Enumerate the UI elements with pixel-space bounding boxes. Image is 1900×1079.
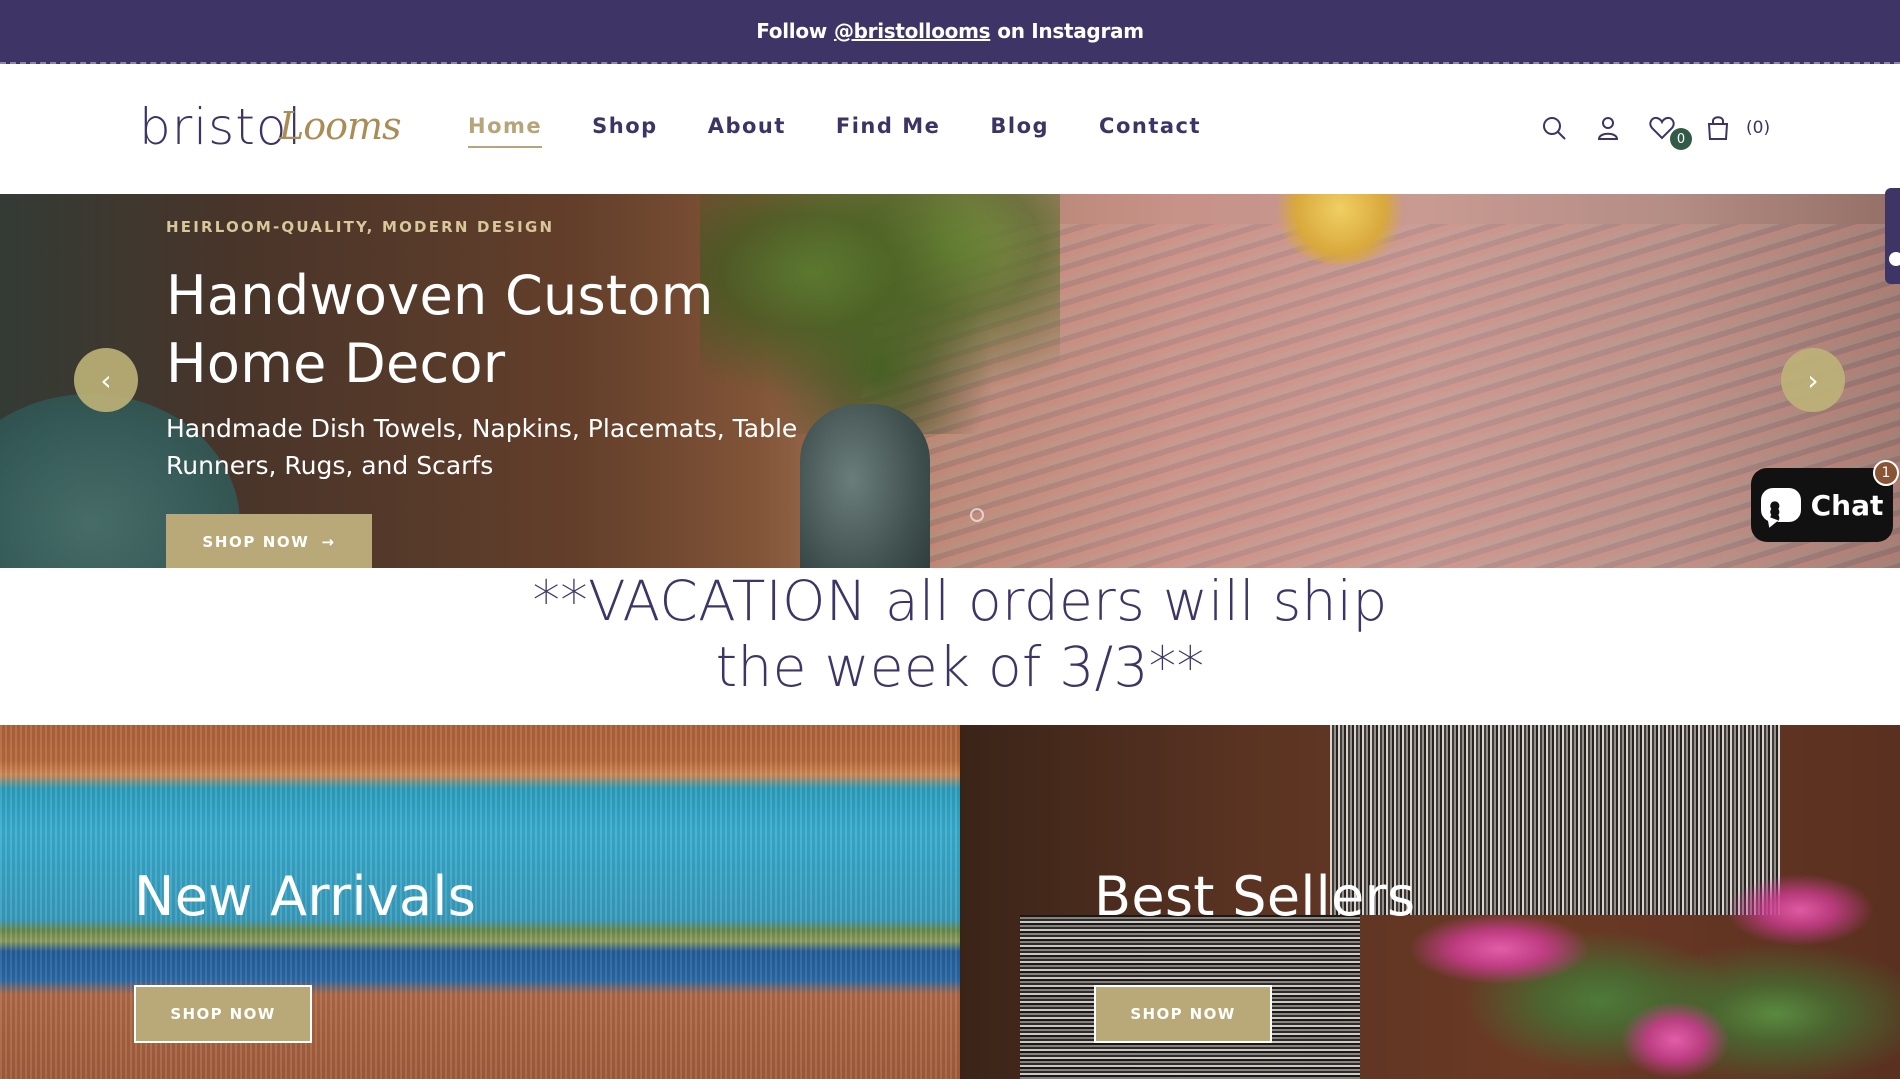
nav-item-about[interactable]: About xyxy=(708,114,786,148)
slideshow-prev-button[interactable]: ‹ xyxy=(74,348,138,412)
nav-item-blog[interactable]: Blog xyxy=(990,114,1049,148)
wishlist-count-badge: 0 xyxy=(1670,128,1692,150)
announcement-prefix: Follow xyxy=(756,19,827,43)
hero-eyebrow: HEIRLOOM-QUALITY, MODERN DESIGN xyxy=(166,218,555,236)
hero-shop-now-label: SHOP NOW xyxy=(202,533,310,551)
search-icon[interactable] xyxy=(1540,114,1572,146)
bag-icon[interactable] xyxy=(1704,114,1736,146)
hero-title: Handwoven Custom Home Decor xyxy=(166,264,714,395)
collection-new-arrivals[interactable]: New Arrivals SHOP NOW xyxy=(0,725,960,1079)
vacation-notice: **VACATION all orders will ship the week… xyxy=(532,569,1388,699)
reviews-side-tab[interactable] xyxy=(1885,188,1900,284)
reviews-tab-icon xyxy=(1889,252,1900,266)
site-header: bristol Looms Home Shop About Find Me Bl… xyxy=(0,64,1900,194)
heart-icon[interactable]: 0 xyxy=(1648,114,1692,150)
hero-shop-now-button[interactable]: SHOP NOW → xyxy=(166,514,372,568)
arrow-right-icon: → xyxy=(321,533,336,551)
collection-title: New Arrivals xyxy=(134,865,477,928)
instagram-handle-link[interactable]: @bristollooms xyxy=(834,19,991,43)
nav-item-home[interactable]: Home xyxy=(468,114,543,148)
best-sellers-shop-now-button[interactable]: SHOP NOW xyxy=(1094,985,1272,1043)
logo[interactable]: bristol Looms xyxy=(139,98,409,158)
slideshow-dot[interactable] xyxy=(970,508,984,522)
hero-subtitle: Handmade Dish Towels, Napkins, Placemats… xyxy=(166,414,798,480)
collection-best-sellers[interactable]: Best Sellers SHOP NOW xyxy=(960,725,1900,1079)
header-icons: 0 (0) xyxy=(1540,114,1770,150)
chevron-left-icon: ‹ xyxy=(100,363,112,397)
main-nav: Home Shop About Find Me Blog Contact xyxy=(468,114,1201,148)
cart-count[interactable]: (0) xyxy=(1746,118,1770,138)
logo-primary-text: bristol xyxy=(139,98,303,156)
chevron-right-icon: › xyxy=(1807,363,1819,397)
chat-unread-badge: 1 xyxy=(1873,460,1899,486)
new-arrivals-shop-now-button[interactable]: SHOP NOW xyxy=(134,985,312,1043)
nav-item-contact[interactable]: Contact xyxy=(1099,114,1201,148)
nav-item-find-me[interactable]: Find Me xyxy=(836,114,940,148)
best-sellers-image-flowers xyxy=(1400,845,1900,1079)
slideshow-next-button[interactable]: › xyxy=(1781,348,1845,412)
announcement-bar: Follow @bristollooms on Instagram xyxy=(0,0,1900,64)
logo-secondary-text: Looms xyxy=(279,104,402,148)
chat-button[interactable]: ● ● ● Chat xyxy=(1751,468,1893,542)
collection-title: Best Sellers xyxy=(1094,865,1416,928)
nav-item-shop[interactable]: Shop xyxy=(592,114,658,148)
user-icon[interactable] xyxy=(1594,114,1626,146)
hero-slideshow: HEIRLOOM-QUALITY, MODERN DESIGN Handwove… xyxy=(0,194,1900,568)
chat-bubble-icon: ● ● ● xyxy=(1760,488,1801,523)
announcement-suffix: on Instagram xyxy=(997,19,1144,43)
chat-label: Chat xyxy=(1810,488,1884,522)
